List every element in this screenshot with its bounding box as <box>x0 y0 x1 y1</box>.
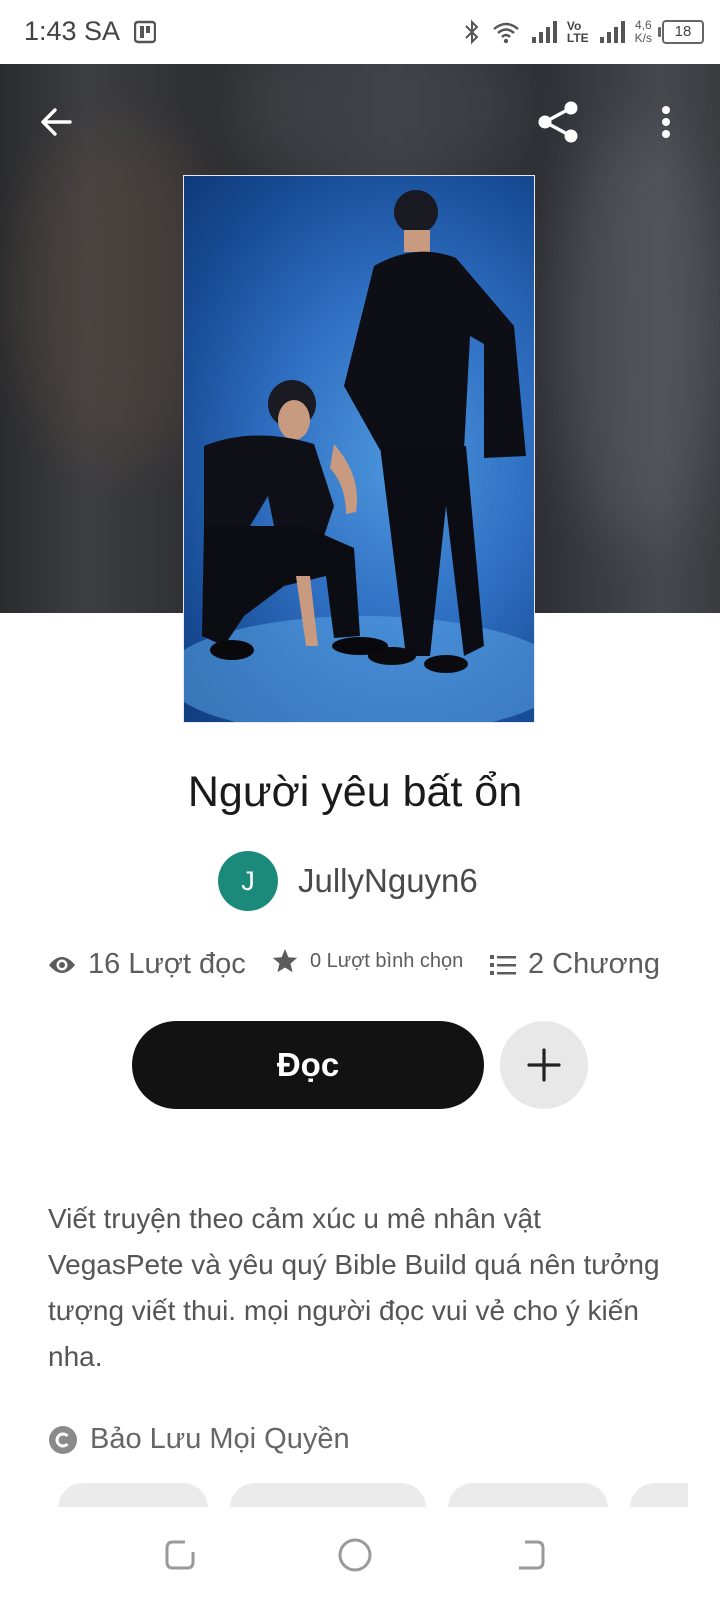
votes-stat: 0 Lượt bình chọn <box>272 948 463 974</box>
author-link[interactable]: J JullyNguyn6 <box>218 851 478 911</box>
back-arrow-icon <box>41 108 72 136</box>
cover-artwork <box>184 190 534 722</box>
wifi-icon <box>493 22 519 44</box>
story-description: Viết truyện theo cảm xúc u mê nhân vật V… <box>48 1203 660 1372</box>
more-options-button[interactable] <box>638 94 694 150</box>
story-cover-image[interactable] <box>183 175 535 723</box>
home-button[interactable] <box>330 1530 380 1580</box>
read-button[interactable]: Đọc <box>132 1021 484 1109</box>
bluetooth-icon <box>465 19 479 45</box>
back-nav-icon <box>519 1540 545 1570</box>
copyright-notice: Bảo Lưu Mọi Quyền <box>48 1423 350 1456</box>
chapters-stat: 2 Chương <box>490 948 660 981</box>
tag-chip[interactable] <box>630 1483 688 1507</box>
author-avatar: J <box>218 851 278 911</box>
eye-icon <box>49 956 75 973</box>
status-icons: Vo LTE 4,6 K/s 18 <box>463 14 704 50</box>
list-icon <box>490 954 516 975</box>
tag-chip[interactable] <box>448 1483 608 1507</box>
tag-list <box>48 1483 688 1507</box>
status-time: 1:43 SA <box>24 16 121 46</box>
status-bar: 1:43 SA Vo LTE 4,6 K/s 18 <box>0 0 720 64</box>
system-navigation-bar <box>0 1508 720 1600</box>
battery-icon: 18 <box>658 20 704 44</box>
author-name: JullyNguyn6 <box>298 862 478 899</box>
star-icon <box>272 949 298 973</box>
reads-stat: 16 Lượt đọc <box>48 948 246 981</box>
recent-apps-button[interactable] <box>155 1530 205 1580</box>
copyright-text: Bảo Lưu Mọi Quyền <box>90 1423 350 1455</box>
signal-icon <box>531 21 557 43</box>
home-icon <box>338 1538 372 1572</box>
signal-icon-2 <box>599 21 625 43</box>
tag-chip[interactable] <box>58 1483 208 1507</box>
more-vert-icon <box>662 106 670 138</box>
back-button[interactable] <box>28 94 84 150</box>
votes-count: 0 Lượt bình chọn <box>310 949 464 972</box>
copyright-icon <box>49 1425 77 1454</box>
network-speed: 4,6 K/s <box>634 18 652 45</box>
tag-chip[interactable] <box>230 1483 426 1507</box>
share-button[interactable] <box>530 94 586 150</box>
back-nav-button[interactable] <box>505 1530 555 1580</box>
plus-icon <box>527 1048 561 1082</box>
story-title: Người yêu bất ổn <box>187 768 523 816</box>
recent-apps-icon <box>165 1540 195 1570</box>
volte-indicator: Vo LTE <box>566 19 589 45</box>
add-to-library-button[interactable] <box>500 1021 588 1109</box>
share-icon <box>538 101 578 143</box>
chapters-count: 2 Chương <box>528 948 660 980</box>
reads-count: 16 Lượt đọc <box>88 948 246 980</box>
app-notification-icon <box>134 20 156 44</box>
